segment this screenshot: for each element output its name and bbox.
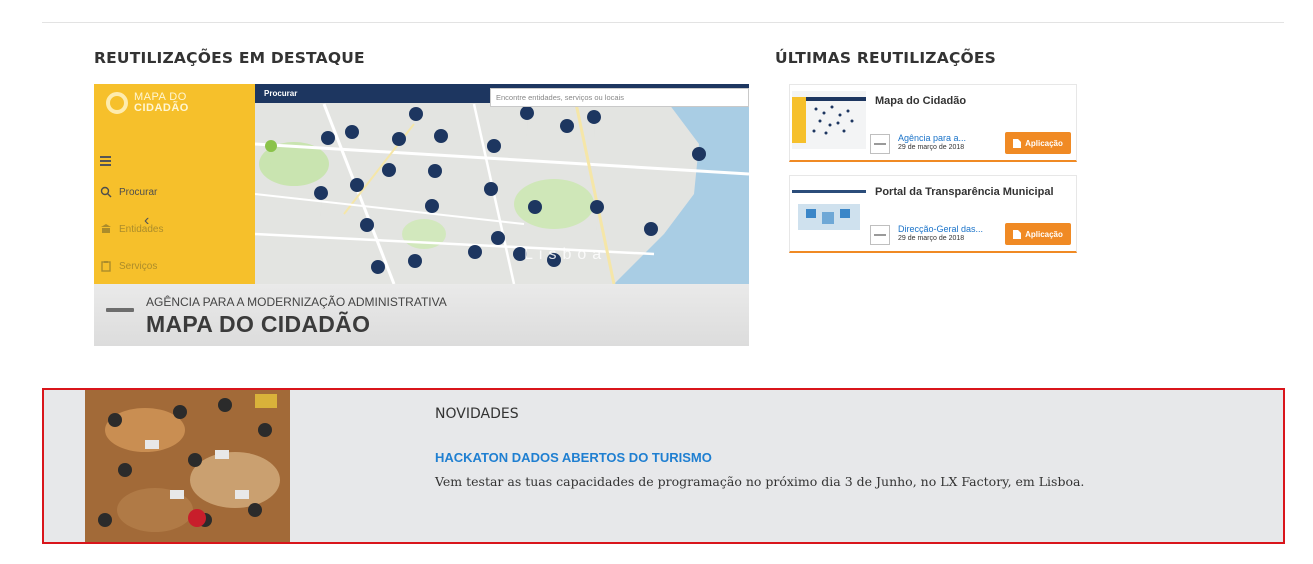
document-icon (1013, 229, 1022, 239)
news-heading: NOVIDADES (435, 406, 519, 422)
menu-label: Procurar (119, 186, 158, 198)
card-date: 29 de março de 2018 (898, 235, 965, 242)
building-icon (101, 224, 111, 233)
reuse-card[interactable]: Portal da Transparência Municipal Direcç… (789, 175, 1077, 253)
card-thumbnail (792, 182, 866, 240)
card-organization-link[interactable]: Agência para a... (898, 133, 966, 143)
reuse-card[interactable]: Mapa do Cidadão Agência para a... 29 de … (789, 84, 1077, 162)
map-search-input: Encontre entidades, serviços ou locais (490, 88, 749, 107)
featured-reuses-title: REUTILIZAÇÕES EM DESTAQUE (94, 49, 365, 67)
card-title: Portal da Transparência Municipal (875, 186, 1054, 198)
top-divider (42, 22, 1284, 23)
type-label: Aplicação (1025, 138, 1063, 148)
news-section: NOVIDADES HACKATON DADOS ABERTOS DO TURI… (42, 388, 1285, 544)
news-photo (85, 390, 290, 542)
type-badge: Aplicação (1005, 223, 1071, 245)
document-icon (1013, 138, 1022, 148)
ama-logo-icon (106, 308, 134, 312)
app-logo-text: MAPA DO CIDADÃO (134, 92, 189, 114)
agency-name: AGÊNCIA PARA A MODERNIZAÇÃO ADMINISTRATI… (146, 295, 447, 309)
map-topbar-label: Procurar (264, 89, 298, 98)
featured-app-name: MAPA DO CIDADÃO (146, 311, 371, 337)
svg-text:Lisboa: Lisboa (524, 246, 607, 263)
card-thumbnail (792, 91, 866, 149)
card-organization-link[interactable]: Direcção-Geral das... (898, 224, 983, 234)
app-sidebar: MAPA DO CIDADÃO Procurar ‹ Entidades Ser… (94, 84, 255, 284)
menu-item-entidades: Entidades (100, 223, 163, 235)
app-logo-icon (106, 92, 128, 114)
menu-item-procurar: Procurar (100, 186, 157, 198)
featured-reuse-banner[interactable]: Lisboa MAPA DO CIDADÃO Procurar ‹ Entida… (94, 84, 749, 346)
menu-item-servicos: Serviços (100, 260, 157, 272)
type-badge: Aplicação (1005, 132, 1071, 154)
search-icon (100, 186, 112, 198)
latest-reuses-title: ÚLTIMAS REUTILIZAÇÕES (775, 49, 997, 67)
menu-label: Serviços (119, 260, 158, 272)
logo-line-2: CIDADÃO (134, 102, 189, 114)
type-label: Aplicação (1025, 229, 1063, 239)
clipboard-icon (101, 261, 111, 272)
org-logo-icon (870, 134, 890, 154)
news-title-link[interactable]: HACKATON DADOS ABERTOS DO TURISMO (435, 450, 712, 465)
hamburger-menu-icon (100, 156, 111, 168)
card-title: Mapa do Cidadão (875, 95, 967, 107)
card-date: 29 de março de 2018 (898, 144, 965, 151)
org-logo-icon (870, 225, 890, 245)
featured-caption: AGÊNCIA PARA A MODERNIZAÇÃO ADMINISTRATI… (94, 284, 749, 346)
menu-label: Entidades (119, 223, 164, 235)
news-description: Vem testar as tuas capacidades de progra… (435, 474, 1085, 489)
